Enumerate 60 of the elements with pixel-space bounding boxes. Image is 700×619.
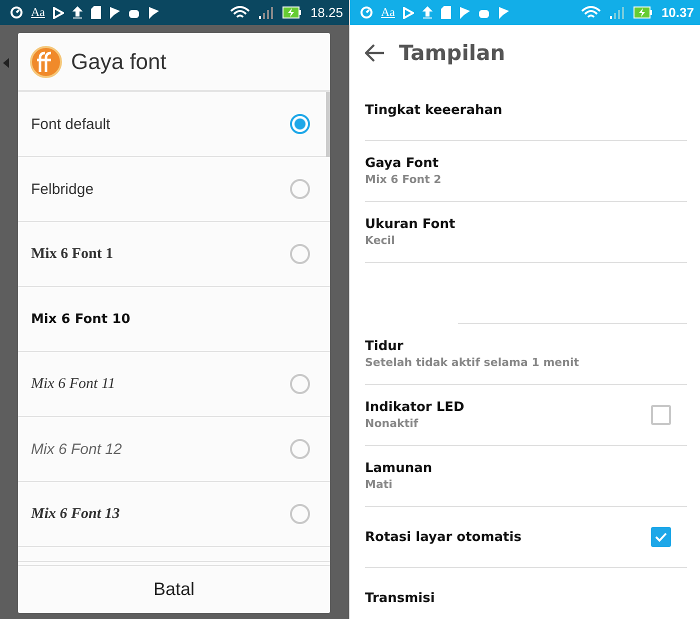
setting-title: Gaya Font [365, 156, 440, 171]
font-option[interactable]: Mix 6 Font 13 [18, 482, 330, 547]
back-arrow-icon[interactable] [365, 44, 385, 62]
dialog-title: Gaya font [71, 48, 166, 74]
settings-item[interactable]: Lamunan Mati [365, 446, 687, 507]
radio-button[interactable] [290, 244, 310, 264]
signal-icon [258, 6, 274, 19]
setting-title: Transmisi [365, 590, 435, 606]
settings-item[interactable]: Gaya Font Mix 6 Font 2 [365, 141, 687, 202]
settings-item[interactable]: Transmisi [365, 568, 687, 619]
font-option[interactable]: Mix 6 Font 12 [18, 417, 330, 482]
radio-button[interactable] [290, 439, 310, 459]
font-size-icon: Aa [381, 5, 395, 20]
signal-icon [609, 6, 626, 19]
font-option[interactable]: Felbridge [18, 157, 330, 222]
upload-icon [72, 6, 83, 19]
clock-time: 18.25 [310, 5, 343, 20]
radio-button[interactable] [290, 374, 310, 394]
settings-item[interactable]: Rotasi layar otomatis [365, 507, 687, 568]
setting-summary: Setelah tidak aktif selama 1 menit [365, 356, 579, 369]
font-size-icon: Aa [31, 5, 45, 20]
setting-summary: Mix 6 Font 2 [365, 173, 442, 186]
checkbox[interactable] [651, 405, 671, 425]
font-option[interactable]: Mix 6 Font 10 [18, 287, 330, 352]
radio-button[interactable] [290, 114, 310, 134]
page-title: Tampilan [399, 40, 506, 64]
setting-summary: Kecil [365, 234, 396, 247]
font-option[interactable]: Font default [18, 92, 330, 157]
checkbox[interactable] [651, 527, 671, 547]
clock-time: 10.37 [661, 5, 694, 20]
battery-icon [633, 6, 654, 19]
wifi-icon [230, 6, 250, 20]
setting-title: Indikator LED [365, 400, 464, 415]
setting-title: Ukuran Font [365, 217, 456, 232]
font-option[interactable]: Mix 6 Font 11 [18, 352, 330, 417]
scrollbar [326, 92, 330, 157]
font-option[interactable]: Mix 6 Font 1 [18, 222, 330, 287]
settings-item[interactable]: Tidur Setelah tidak aktif selama 1 menit [365, 324, 687, 385]
setting-title: Tidur [365, 339, 404, 354]
setting-title: Rotasi layar otomatis [365, 530, 522, 544]
radio-button[interactable] [290, 179, 310, 199]
sd-card-icon [441, 6, 451, 19]
setting-title: Tingkat keeerahan [365, 102, 502, 118]
settings-item[interactable]: Tingkat keeerahan [365, 80, 687, 141]
gauge-icon [10, 6, 23, 19]
sd-card-icon [91, 6, 101, 19]
setting-summary: Nonaktif [365, 417, 420, 430]
gauge-icon [360, 6, 373, 19]
battery-icon [282, 6, 302, 19]
settings-item[interactable]: Indikator LED Nonaktif [365, 385, 687, 446]
settings-item[interactable]: Ukuran Font Kecil [365, 202, 687, 263]
back-arrow-icon [3, 58, 9, 68]
setting-title: Lamunan [365, 461, 432, 476]
app-logo-icon [30, 46, 62, 78]
radio-button[interactable] [290, 504, 310, 524]
upload-icon [422, 6, 433, 19]
wifi-icon [581, 6, 602, 20]
cancel-button[interactable]: Batal [18, 565, 330, 613]
setting-summary: Mati [365, 478, 394, 491]
check-icon [654, 531, 668, 543]
